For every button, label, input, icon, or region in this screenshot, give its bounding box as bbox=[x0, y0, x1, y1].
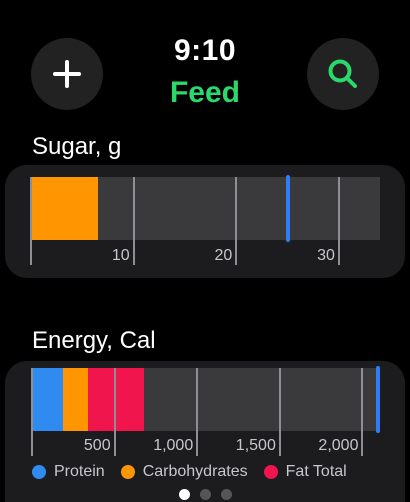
legend-item-carbohydrates: Carbohydrates bbox=[120, 463, 248, 481]
tick-label: 10 bbox=[111, 247, 130, 264]
carbohydrates-bar bbox=[63, 368, 89, 431]
legend-label: Fat Total bbox=[285, 463, 347, 480]
gridline bbox=[113, 368, 116, 456]
fat-bar bbox=[88, 368, 145, 431]
tick-label: 30 bbox=[317, 247, 335, 264]
legend-item-fat: Fat Total bbox=[263, 463, 347, 481]
fat-color-dot bbox=[263, 465, 278, 479]
tick-label: 500 bbox=[83, 437, 111, 454]
legend-label: Carbohydrates bbox=[142, 463, 248, 480]
legend-item-protein: Protein bbox=[32, 463, 105, 481]
tick-label: 2,000 bbox=[318, 437, 359, 454]
gridline bbox=[132, 177, 135, 265]
search-button[interactable] bbox=[307, 38, 379, 110]
goal-marker bbox=[285, 175, 290, 242]
page-dot[interactable] bbox=[220, 489, 232, 500]
axis-line bbox=[30, 177, 32, 265]
energy-section-title: Energy, Cal bbox=[32, 327, 156, 354]
protein-color-dot bbox=[32, 465, 46, 479]
page-indicator[interactable] bbox=[0, 489, 410, 500]
page-dot[interactable] bbox=[199, 489, 211, 500]
search-icon bbox=[328, 59, 357, 88]
gridline bbox=[196, 368, 199, 456]
legend: Protein Carbohydrates Fat Total bbox=[32, 463, 363, 481]
page-dot[interactable] bbox=[178, 489, 190, 500]
gridline bbox=[235, 177, 238, 265]
tick-label: 20 bbox=[214, 247, 233, 264]
carbohydrates-color-dot bbox=[120, 465, 135, 479]
tick-label: 1,500 bbox=[235, 437, 276, 454]
gridline bbox=[337, 177, 340, 265]
sugar-section-title: Sugar, g bbox=[32, 133, 122, 160]
tick-label: 1,000 bbox=[153, 437, 194, 454]
carbohydrates-bar bbox=[31, 177, 98, 240]
protein-bar bbox=[32, 368, 64, 431]
gridline bbox=[278, 368, 281, 456]
axis-line bbox=[31, 368, 33, 456]
legend-label: Protein bbox=[54, 463, 105, 480]
gridline bbox=[361, 368, 364, 456]
goal-marker bbox=[376, 366, 380, 433]
